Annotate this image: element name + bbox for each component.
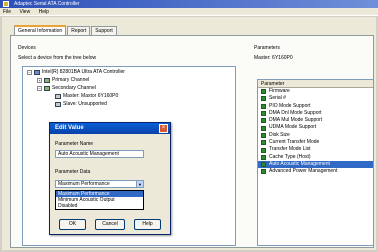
channel-icon [44,78,50,83]
parameter-icon [261,89,266,95]
parameter-label: Current Transfer Mode [269,139,320,146]
chevron-down-icon[interactable]: ▼ [136,181,143,187]
close-icon[interactable]: × [159,124,168,133]
tree-item-master-drive[interactable]: Master: Maxtor 6Y160P0 [55,93,118,100]
parameter-row[interactable]: DMA Mul Mode Support [258,117,373,124]
dropdown-option[interactable]: Disabled [56,203,143,209]
help-button[interactable]: Help [134,219,161,230]
parameter-row[interactable]: Firmware [258,88,373,95]
collapse-icon[interactable]: − [27,70,32,75]
parameter-row[interactable]: Cache Type (Host) [258,154,373,161]
tree-item-slave-drive[interactable]: Slave: Unsupported [55,101,107,108]
menu-bar: File View Help [0,8,378,16]
menu-file[interactable]: File [3,9,11,15]
tab-general-information[interactable]: General Information [14,25,67,35]
parameter-label: Auto Acoustic Management [269,160,330,167]
parameter-icon [261,132,266,138]
disk-drive-icon [55,94,61,99]
parameter-label: PIO Mode Support [269,102,311,109]
menu-view[interactable]: View [19,9,30,15]
parameter-label: Firmware [269,88,290,94]
parameter-row[interactable]: Advanced Power Management [258,168,373,175]
channel-icon [44,86,50,91]
parameter-label: Cache Type (Host) [269,153,311,160]
parameter-row[interactable]: Disk Size [258,132,373,139]
parameter-icon [261,111,266,117]
parameter-label: DMA Mul Mode Support [269,117,323,124]
param-data-select[interactable]: Maximum Performance ▼ [55,180,144,188]
parameters-group-label: Parameters [254,45,280,51]
dialog-title: Edit Value [50,123,170,134]
parameter-row[interactable]: PIO Mode Support [258,103,373,110]
param-data-selected-value: Maximum Performance [58,181,110,187]
parameter-label: Serial # [269,95,286,102]
parameter-icon [261,103,266,109]
menu-help[interactable]: Help [39,9,49,15]
parameter-row[interactable]: Current Transfer Mode [258,139,373,146]
parameter-icon [261,125,266,131]
parameter-icon [261,96,266,102]
parameters-device-label: Master: 6Y160P0 [254,55,293,61]
parameter-row[interactable]: Serial # [258,95,373,102]
param-name-field: Auto Acoustic Management [55,150,144,158]
parameter-icon [261,118,266,124]
parameter-row[interactable]: Auto Acoustic Management [258,160,373,169]
param-data-label: Parameter Data [55,169,91,175]
parameter-label: DMA Dnl Mode Support [269,109,322,116]
tab-report[interactable]: Report [67,26,91,35]
parameter-row[interactable]: Transfer Mode List [258,146,373,153]
parameter-label: Transfer Mode List [269,146,311,153]
window-titlebar: Adaptec Serial ATA Controller [0,0,378,8]
devices-group-label: Devices [18,45,36,51]
parameter-icon [261,154,266,160]
parameter-label: Disk Size [269,131,290,138]
tree-item-secondary-channel[interactable]: − Secondary Channel [37,85,96,92]
tree-item-controller[interactable]: − Intel(R) 82801BA Ultra ATA Controller [27,69,125,76]
parameter-icon [261,147,266,153]
parameter-icon [261,162,266,168]
param-data-dropdown-list[interactable]: Maximum Performance Minimum Acoustic Out… [55,190,144,210]
controller-icon [34,70,40,75]
app-icon [3,1,9,7]
tree-item-primary-channel[interactable]: + Primary Channel [37,77,89,84]
cancel-button[interactable]: Cancel [95,219,125,230]
parameter-icon [261,169,266,175]
parameter-label: Advanced Power Management [269,168,338,175]
parameter-label: UDMA Mode Support [269,124,317,131]
tab-strip: General Information Report Support [14,25,118,35]
collapse-icon[interactable]: − [37,86,42,91]
edit-value-dialog: Edit Value × Parameter Name Auto Acousti… [49,122,171,235]
devices-instruction: Select a device from the tree below [18,55,97,61]
disk-drive-icon [55,102,61,107]
param-name-label: Parameter Name [55,141,94,147]
window-title: Adaptec Serial ATA Controller [14,1,80,7]
parameter-row[interactable]: DMA Dnl Mode Support [258,110,373,117]
tab-support[interactable]: Support [91,26,117,35]
parameter-icon [261,140,266,146]
parameters-column-header[interactable]: Parameter [258,80,373,88]
ok-button[interactable]: OK [59,219,86,230]
parameters-list[interactable]: Parameter Firmware Serial # PIO Mode Suppo… [257,79,374,246]
parameter-row[interactable]: UDMA Mode Support [258,124,373,131]
expand-icon[interactable]: + [37,78,42,83]
